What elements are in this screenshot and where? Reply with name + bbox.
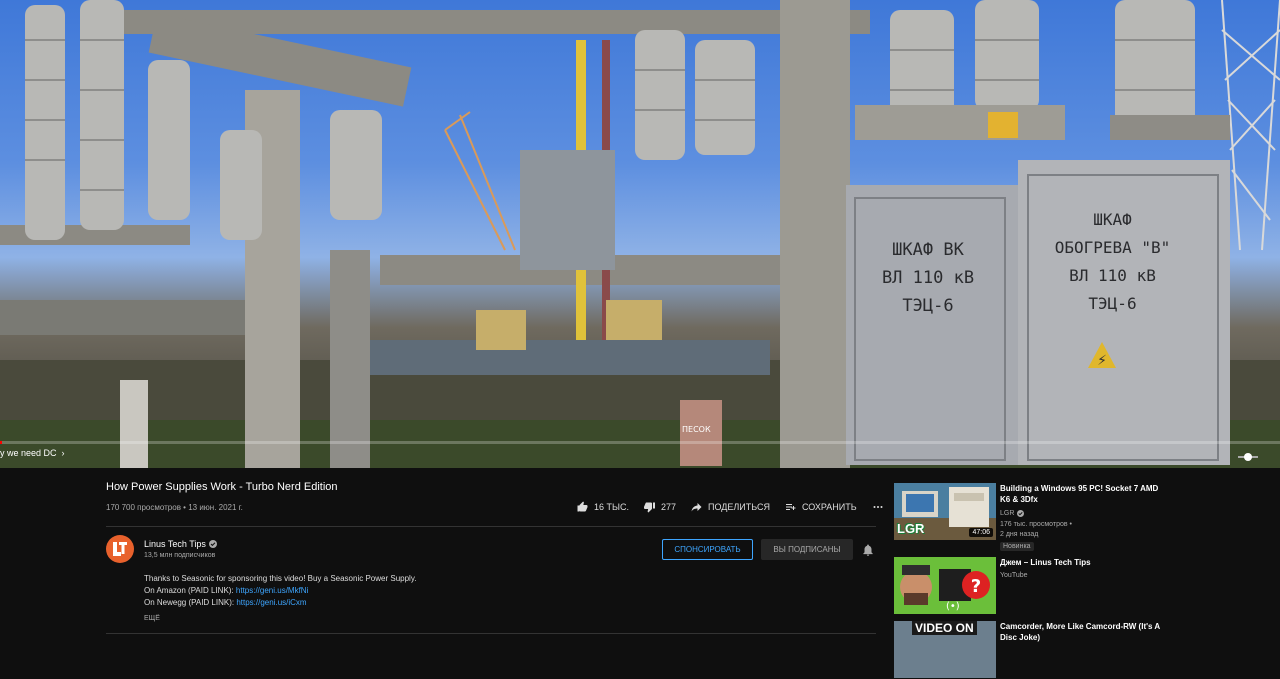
video-title: How Power Supplies Work - Turbo Nerd Edi… [106, 481, 338, 493]
divider [106, 633, 876, 634]
channel-label: LGR [1000, 510, 1015, 517]
playlist-add-icon [785, 504, 796, 510]
sponsor-button[interactable]: СПОНСИРОВАТЬ [662, 539, 753, 560]
cabinet-sign-right: ШКАФ ОБОГРЕВА "В" ВЛ 110 кВ ТЭЦ-6 [1054, 210, 1171, 313]
channel-label: YouTube [1000, 572, 1028, 579]
notification-bell-button[interactable] [861, 543, 875, 562]
recommended-channel[interactable]: LGR [1000, 510, 1025, 517]
thumbs-up-icon [577, 501, 588, 512]
channel-name-label: Linus Tech Tips [144, 539, 206, 549]
verified-icon [208, 540, 217, 548]
chapter-title[interactable]: y we need DC › [0, 448, 65, 458]
show-more-button[interactable]: ЕЩЁ [144, 615, 160, 622]
recommended-video[interactable]: LGR 47:06 Building a Windows 95 PC! Sock… [894, 483, 1274, 551]
progress-bar[interactable] [0, 441, 1280, 444]
chevron-right-icon: › [59, 448, 65, 458]
more-horizontal-icon [873, 506, 883, 508]
upload-age: 2 дня назад [1000, 531, 1039, 538]
newegg-link[interactable]: https://geni.us/iCxm [236, 598, 306, 607]
video-description: Thanks to Seasonic for sponsoring this v… [144, 573, 416, 609]
new-badge: Новинка [1000, 542, 1034, 551]
svg-text:(•): (•) [946, 601, 960, 612]
video-duration: 47:06 [969, 528, 993, 537]
like-count: 16 ТЫС. [594, 502, 629, 512]
amazon-link[interactable]: https://geni.us/MkfNi [236, 586, 308, 595]
recommended-mix[interactable]: ? (•) Джем – Linus Tech Tips YouTube [894, 557, 1274, 615]
bell-icon [863, 544, 873, 556]
description-line: On Amazon (PAID LINK): https://geni.us/M… [144, 586, 309, 595]
channel-avatar[interactable] [106, 535, 134, 563]
like-button[interactable]: 16 ТЫС. [576, 501, 629, 513]
recommended-channel[interactable]: YouTube [1000, 572, 1028, 579]
video-thumbnail[interactable]: VIDEO ON [894, 621, 996, 678]
share-button[interactable]: ПОДЕЛИТЬСЯ [690, 501, 770, 513]
subscriber-count: 13,5 млн подписчиков [144, 552, 216, 559]
dislike-button[interactable]: 277 [643, 501, 676, 513]
video-actions: 16 ТЫС. 277 ПОДЕЛИТЬСЯ СОХРАНИТЬ [576, 501, 885, 513]
recommended-title[interactable]: Camcorder, More Like Camcord-RW (It's A … [1000, 621, 1160, 643]
description-line: On Newegg (PAID LINK): https://geni.us/i… [144, 598, 307, 607]
save-button[interactable]: СОХРАНИТЬ [784, 501, 857, 513]
recommended-meta: 176 тыс. просмотров • 2 дня назад [1000, 520, 1072, 540]
share-icon [691, 503, 702, 512]
thumbs-down-icon [643, 502, 655, 513]
description-line: Thanks to Seasonic for sponsoring this v… [144, 574, 417, 583]
video-meta: 170 700 просмотров • 13 июн. 2021 г. [106, 503, 243, 512]
volume-slider[interactable] [1238, 450, 1258, 468]
view-count: 176 тыс. просмотров • [1000, 521, 1072, 528]
svg-text:⚡: ⚡ [1097, 353, 1107, 369]
dislike-count: 277 [660, 502, 677, 512]
save-label: СОХРАНИТЬ [801, 502, 857, 512]
thumbnail-logo: LGR [897, 521, 925, 536]
subscribed-button[interactable]: ВЫ ПОДПИСАНЫ [761, 539, 853, 560]
verified-icon [1017, 510, 1025, 517]
video-thumbnail[interactable]: ? (•) [894, 557, 996, 614]
share-label: ПОДЕЛИТЬСЯ [708, 502, 770, 512]
cabinet-sign-left: ШКАФ ВК ВЛ 110 кВ ТЭЦ-6 [881, 240, 975, 316]
recommended-video[interactable]: VIDEO ON Camcorder, More Like Camcord-RW… [894, 621, 1274, 679]
recommended-title[interactable]: Building a Windows 95 PC! Socket 7 AMD K… [1000, 483, 1160, 505]
more-actions-button[interactable] [871, 501, 885, 513]
thumbnail-image: ? (•) [894, 557, 996, 614]
channel-name[interactable]: Linus Tech Tips [144, 539, 217, 549]
chapter-label: y we need DC [0, 448, 57, 458]
thumbnail-text: VIDEO ON [912, 621, 977, 635]
video-thumbnail[interactable]: LGR 47:06 [894, 483, 996, 540]
svg-text:?: ? [971, 576, 981, 597]
video-player[interactable]: ⚡ ШКАФ ВК ВЛ 110 кВ ТЭЦ-6 ШКАФ ОБОГРЕВА … [0, 0, 1280, 468]
divider [106, 526, 876, 527]
barrel-label: ПЕСОК [682, 425, 711, 434]
progress-fill [0, 441, 2, 444]
recommended-title[interactable]: Джем – Linus Tech Tips [1000, 557, 1160, 568]
ltt-logo-icon [113, 542, 127, 556]
